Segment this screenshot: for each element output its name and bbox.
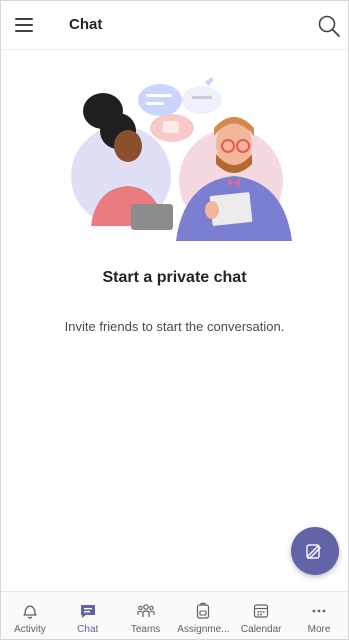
teams-icon — [137, 604, 155, 617]
nav-calendar[interactable]: Calendar — [232, 592, 290, 639]
empty-state-title: Start a private chat — [102, 269, 247, 286]
nav-chat[interactable]: Chat — [59, 592, 117, 639]
nav-label-assignments: Assignme... — [177, 624, 230, 635]
nav-label-chat: Chat — [77, 624, 99, 635]
compose-icon — [306, 544, 321, 559]
app-header: Chat — [1, 1, 348, 50]
app-frame: Chat Start a private chat Invite friends… — [0, 0, 349, 640]
search-icon[interactable] — [316, 13, 342, 39]
new-chat-button[interactable] — [291, 527, 339, 575]
nav-label-calendar: Calendar — [240, 624, 282, 635]
more-icon — [312, 609, 326, 613]
nav-more[interactable]: More — [290, 592, 348, 639]
bottom-nav: Activity Chat Teams Assignme... Calendar… — [1, 591, 348, 639]
nav-label-teams: Teams — [130, 624, 161, 635]
bell-icon — [23, 605, 37, 619]
menu-icon[interactable] — [13, 13, 37, 37]
calendar-icon — [254, 604, 269, 618]
assignments-icon — [197, 602, 210, 619]
nav-label-more: More — [307, 624, 331, 635]
nav-assignments[interactable]: Assignme... — [174, 592, 232, 639]
nav-label-activity: Activity — [14, 624, 46, 635]
chat-illustration — [71, 77, 292, 241]
empty-state-subtitle: Invite friends to start the conversation… — [64, 319, 285, 334]
nav-activity[interactable]: Activity — [1, 592, 59, 639]
nav-teams[interactable]: Teams — [117, 592, 175, 639]
page-title: Chat — [69, 16, 103, 33]
chat-icon — [80, 605, 95, 618]
